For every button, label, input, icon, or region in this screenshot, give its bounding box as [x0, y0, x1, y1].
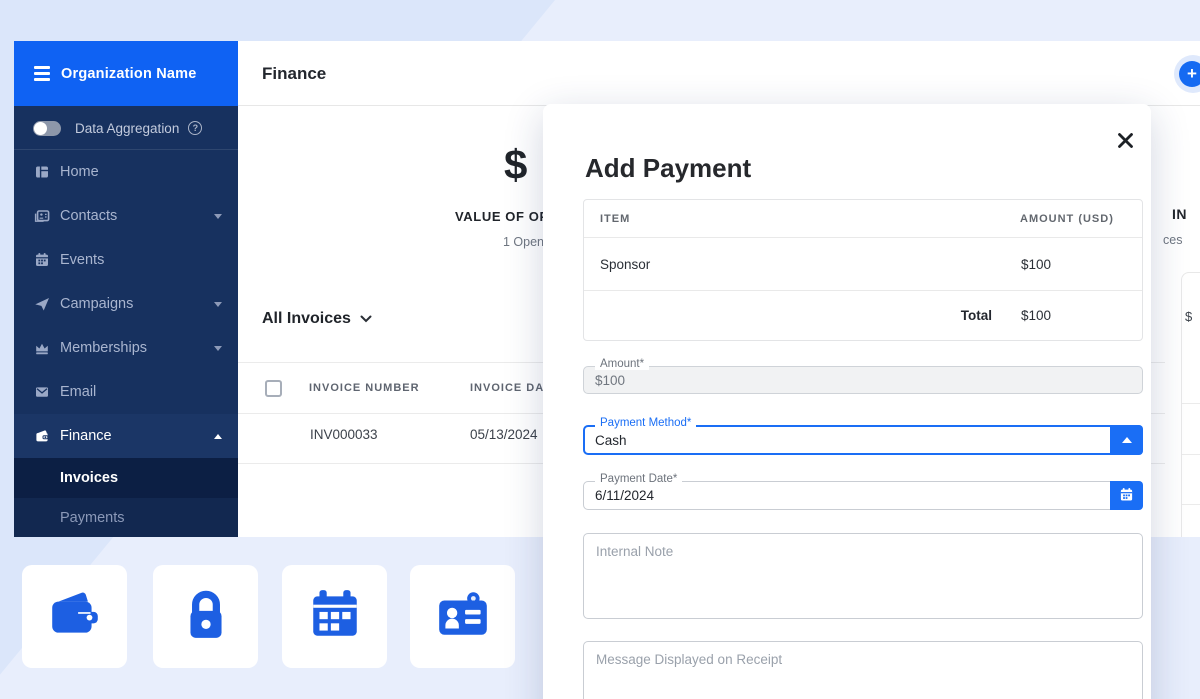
- sidebar-item-label: Memberships: [60, 340, 147, 356]
- calendar-icon: [1119, 487, 1134, 505]
- amount-field: Amount*: [583, 366, 1143, 394]
- select-all-checkbox[interactable]: [265, 380, 282, 397]
- data-aggregation-row: Data Aggregation ?: [14, 107, 238, 150]
- right-stat-subtitle-fragment: ces: [1163, 233, 1182, 247]
- payment-date-label: Payment Date*: [595, 473, 682, 485]
- chevron-down-icon: [360, 310, 372, 328]
- internal-note-field: [583, 533, 1143, 619]
- internal-note-textarea[interactable]: [583, 533, 1143, 619]
- dollar-icon: $: [504, 141, 527, 189]
- modal-title: Add Payment: [585, 153, 751, 184]
- id-card-icon: [434, 585, 492, 648]
- close-icon: [1117, 132, 1134, 154]
- chevron-down-icon: [214, 346, 222, 351]
- sidebar-subitem-payments[interactable]: Payments: [14, 498, 238, 537]
- sidebar-item-memberships[interactable]: Memberships: [14, 326, 238, 370]
- invoice-filter-dropdown[interactable]: All Invoices: [262, 310, 372, 328]
- sidebar: Organization Name Data Aggregation ? Hom…: [14, 41, 238, 537]
- feature-card-calendar: [282, 565, 387, 668]
- contacts-icon: [34, 208, 50, 224]
- organization-name: Organization Name: [61, 66, 197, 82]
- invoice-filter-label: All Invoices: [262, 310, 351, 328]
- data-aggregation-toggle[interactable]: [33, 121, 61, 136]
- feature-card-wallet: [22, 565, 127, 668]
- crown-icon: [34, 340, 50, 356]
- close-button[interactable]: [1112, 130, 1138, 156]
- layout-icon: [34, 164, 50, 180]
- payment-method-label: Payment Method*: [595, 417, 696, 429]
- lock-icon: [177, 585, 235, 648]
- total-label: Total: [936, 308, 992, 323]
- stat-title: VALUE OF OP: [455, 209, 549, 224]
- stat-subtitle: 1 Open: [503, 235, 544, 249]
- sidebar-item-finance[interactable]: Finance: [14, 414, 238, 458]
- payment-items-table: ITEM AMOUNT (USD) Sponsor $100 Total $10…: [583, 199, 1143, 341]
- paper-plane-icon: [34, 296, 50, 312]
- envelope-icon: [34, 384, 50, 400]
- sidebar-item-label: Home: [60, 164, 99, 180]
- date-picker-button[interactable]: [1110, 481, 1143, 510]
- sidebar-subitem-invoices[interactable]: Invoices: [14, 458, 238, 498]
- amount-field-label: Amount*: [595, 358, 649, 370]
- invoice-date-cell: 05/13/2024: [470, 427, 538, 442]
- sidebar-item-label: Finance: [60, 428, 112, 444]
- payment-date-input[interactable]: [583, 481, 1143, 510]
- sidebar-item-email[interactable]: Email: [14, 370, 238, 414]
- sidebar-item-label: Contacts: [60, 208, 117, 224]
- chevron-down-icon: [214, 214, 222, 219]
- wallet-icon: [46, 585, 104, 648]
- add-button[interactable]: +: [1179, 61, 1200, 87]
- payment-date-field: Payment Date*: [583, 481, 1143, 510]
- items-table-row: Sponsor $100: [584, 238, 1142, 291]
- item-amount-cell: $100: [1021, 257, 1051, 272]
- items-table-header: ITEM AMOUNT (USD): [584, 200, 1142, 238]
- add-payment-modal: Add Payment ITEM AMOUNT (USD) Sponsor $1…: [543, 104, 1151, 699]
- calendar-icon: [34, 252, 50, 268]
- chevron-up-icon: [214, 434, 222, 439]
- feature-card-lock: [153, 565, 258, 668]
- items-table-total-row: Total $100: [584, 291, 1142, 340]
- receipt-message-textarea[interactable]: [583, 641, 1143, 699]
- payment-method-field: Payment Method*: [583, 425, 1143, 455]
- receipt-message-field: [583, 641, 1143, 699]
- column-header-invoice-date: INVOICE DAT: [470, 382, 551, 394]
- column-header-invoice-number: INVOICE NUMBER: [309, 382, 420, 394]
- right-stat-title-fragment: IN: [1172, 206, 1187, 222]
- feature-card-id-card: [410, 565, 515, 668]
- sidebar-subitem-label: Invoices: [60, 470, 118, 486]
- sidebar-header: Organization Name: [14, 41, 238, 106]
- page-header: [238, 41, 1200, 106]
- total-amount: $100: [1021, 308, 1051, 323]
- sidebar-item-contacts[interactable]: Contacts: [14, 194, 238, 238]
- item-name-cell: Sponsor: [600, 257, 650, 272]
- calendar-icon: [306, 585, 364, 648]
- right-amount-fragment: $: [1185, 309, 1192, 324]
- sidebar-item-campaigns[interactable]: Campaigns: [14, 282, 238, 326]
- invoice-number-cell: INV000033: [310, 427, 378, 442]
- page-title: Finance: [262, 64, 326, 84]
- amount-input[interactable]: [583, 366, 1143, 394]
- menu-icon[interactable]: [34, 66, 50, 81]
- sidebar-item-home[interactable]: Home: [14, 150, 238, 194]
- item-column-header: ITEM: [600, 213, 630, 225]
- amount-column-header: AMOUNT (USD): [1020, 213, 1114, 225]
- help-icon[interactable]: ?: [188, 121, 202, 135]
- sidebar-item-events[interactable]: Events: [14, 238, 238, 282]
- sidebar-item-label: Events: [60, 252, 104, 268]
- chevron-down-icon: [214, 302, 222, 307]
- chevron-up-icon: [1122, 437, 1132, 443]
- payment-method-input[interactable]: [583, 425, 1143, 455]
- page: Organization Name Data Aggregation ? Hom…: [0, 0, 1200, 699]
- sidebar-item-label: Campaigns: [60, 296, 133, 312]
- wallet-icon: [34, 428, 50, 444]
- data-aggregation-label: Data Aggregation: [75, 121, 179, 136]
- payment-method-dropdown-button[interactable]: [1110, 425, 1143, 455]
- sidebar-subitem-label: Payments: [60, 510, 124, 526]
- sidebar-item-label: Email: [60, 384, 96, 400]
